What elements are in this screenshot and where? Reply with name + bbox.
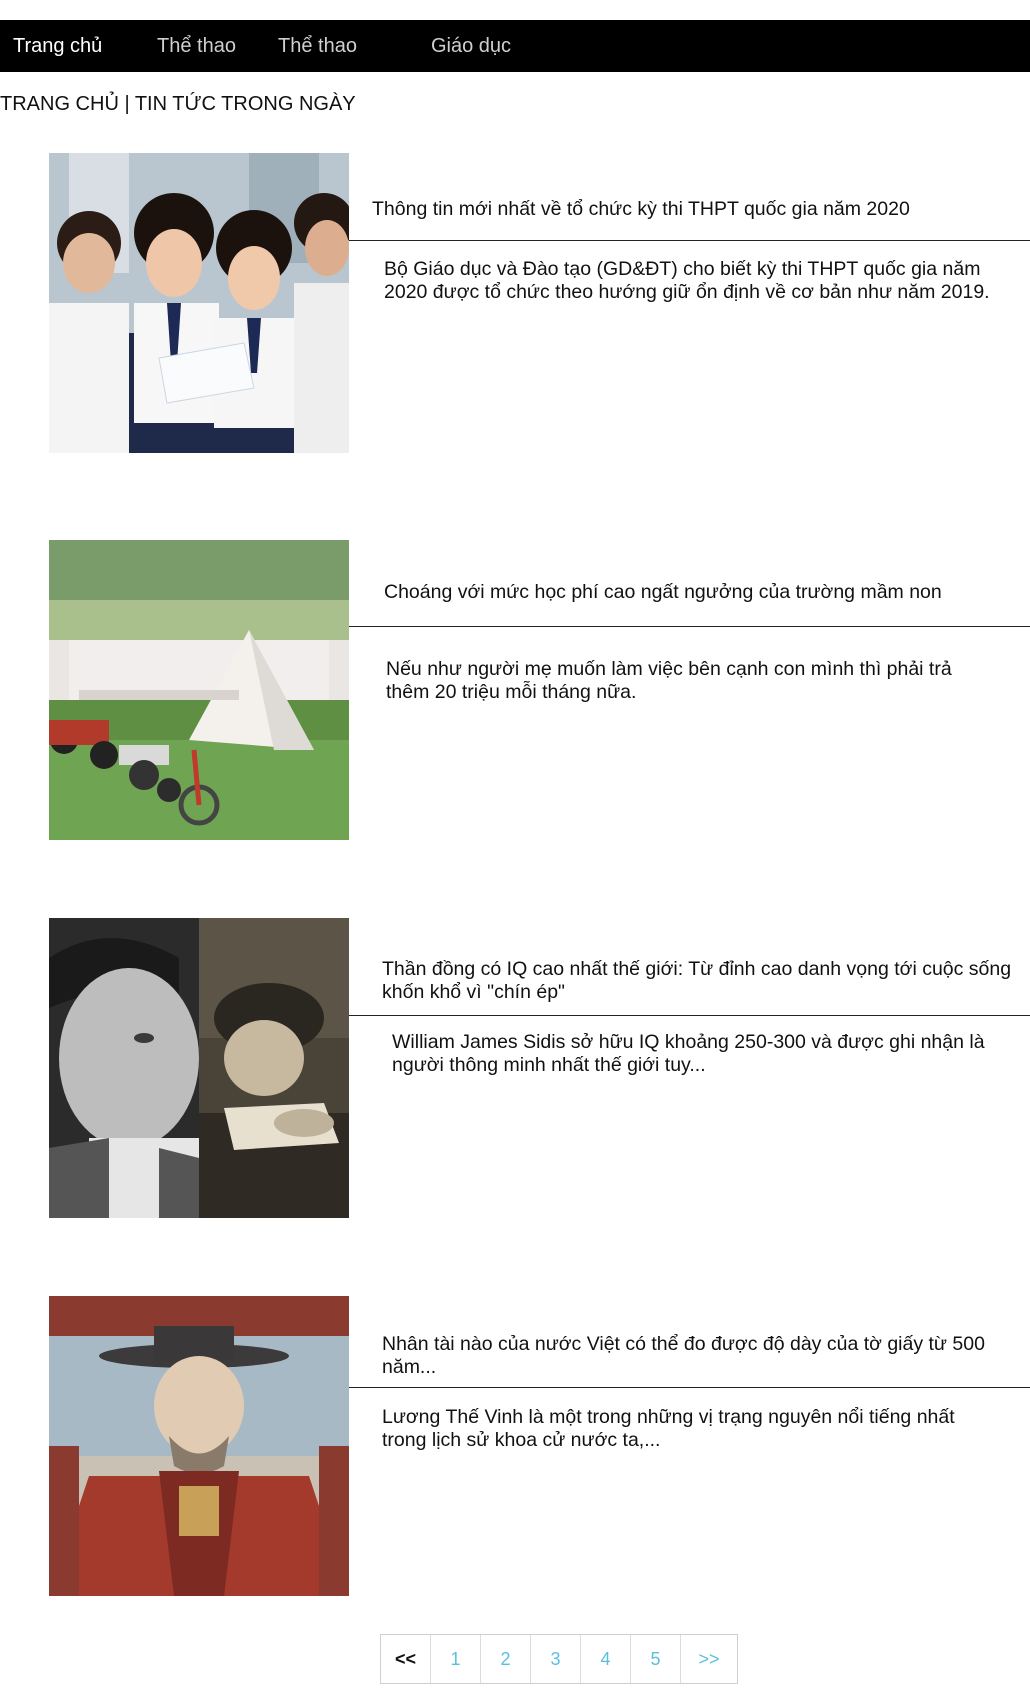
article-thumbnail-luong-the-vinh[interactable]: [49, 1296, 349, 1596]
article-title[interactable]: Choáng với mức học phí cao ngất ngưởng c…: [384, 581, 1004, 604]
article-summary: Nếu như người mẹ muốn làm việc bên cạnh …: [386, 658, 952, 703]
pagination-page-1[interactable]: 1: [431, 1635, 481, 1683]
article-thumbnail-kindergarten[interactable]: [49, 540, 349, 840]
article-thumbnail-sidis[interactable]: [49, 918, 349, 1218]
nav-item-education[interactable]: Giáo dục: [431, 20, 511, 72]
pagination-page-3[interactable]: 3: [531, 1635, 581, 1683]
kindergarten-image: [49, 540, 349, 840]
article-title[interactable]: Thần đồng có IQ cao nhất thế giới: Từ đỉ…: [382, 958, 1022, 1004]
article-title[interactable]: Nhân tài nào của nước Việt có thể đo đượ…: [382, 1333, 1022, 1379]
sidis-image: [49, 918, 349, 1218]
article-item: Thông tin mới nhất về tổ chức kỳ thi THP…: [0, 153, 1030, 453]
luong-the-vinh-image: [49, 1296, 349, 1596]
article-summary: William James Sidis sở hữu IQ khoảng 250…: [392, 1031, 985, 1076]
pagination: << 1 2 3 4 5 >>: [380, 1634, 738, 1684]
article-divider: [349, 1015, 1030, 1016]
article-item: Choáng với mức học phí cao ngất ngưởng c…: [0, 540, 1030, 840]
article-item: Thần đồng có IQ cao nhất thế giới: Từ đỉ…: [0, 918, 1030, 1218]
article-summary: Bộ Giáo dục và Đào tạo (GD&ĐT) cho biết …: [384, 258, 990, 303]
article-divider: [349, 240, 1030, 241]
page: Trang chủ Thể thao Thể thao Giáo dục TRA…: [0, 0, 1030, 1702]
nav-item-sports-2[interactable]: Thể thao: [278, 20, 357, 72]
article-title[interactable]: Thông tin mới nhất về tổ chức kỳ thi THP…: [372, 198, 1012, 221]
article-divider: [349, 1387, 1030, 1388]
article-summary: Lương Thế Vinh là một trong những vị trạ…: [382, 1406, 955, 1451]
pagination-page-2[interactable]: 2: [481, 1635, 531, 1683]
pagination-page-4[interactable]: 4: [581, 1635, 631, 1683]
nav-item-sports[interactable]: Thể thao: [157, 20, 236, 72]
article-item: Nhân tài nào của nước Việt có thể đo đượ…: [0, 1296, 1030, 1596]
pagination-next-button[interactable]: >>: [681, 1635, 737, 1683]
nav-item-home[interactable]: Trang chủ: [13, 20, 102, 72]
breadcrumb: TRANG CHỦ | TIN TỨC TRONG NGÀY: [0, 93, 356, 115]
article-divider: [349, 626, 1030, 627]
article-thumbnail-students[interactable]: [49, 153, 349, 453]
top-navbar: Trang chủ Thể thao Thể thao Giáo dục: [0, 20, 1030, 72]
pagination-prev-button[interactable]: <<: [381, 1635, 431, 1683]
pagination-page-5[interactable]: 5: [631, 1635, 681, 1683]
students-image: [49, 153, 349, 453]
